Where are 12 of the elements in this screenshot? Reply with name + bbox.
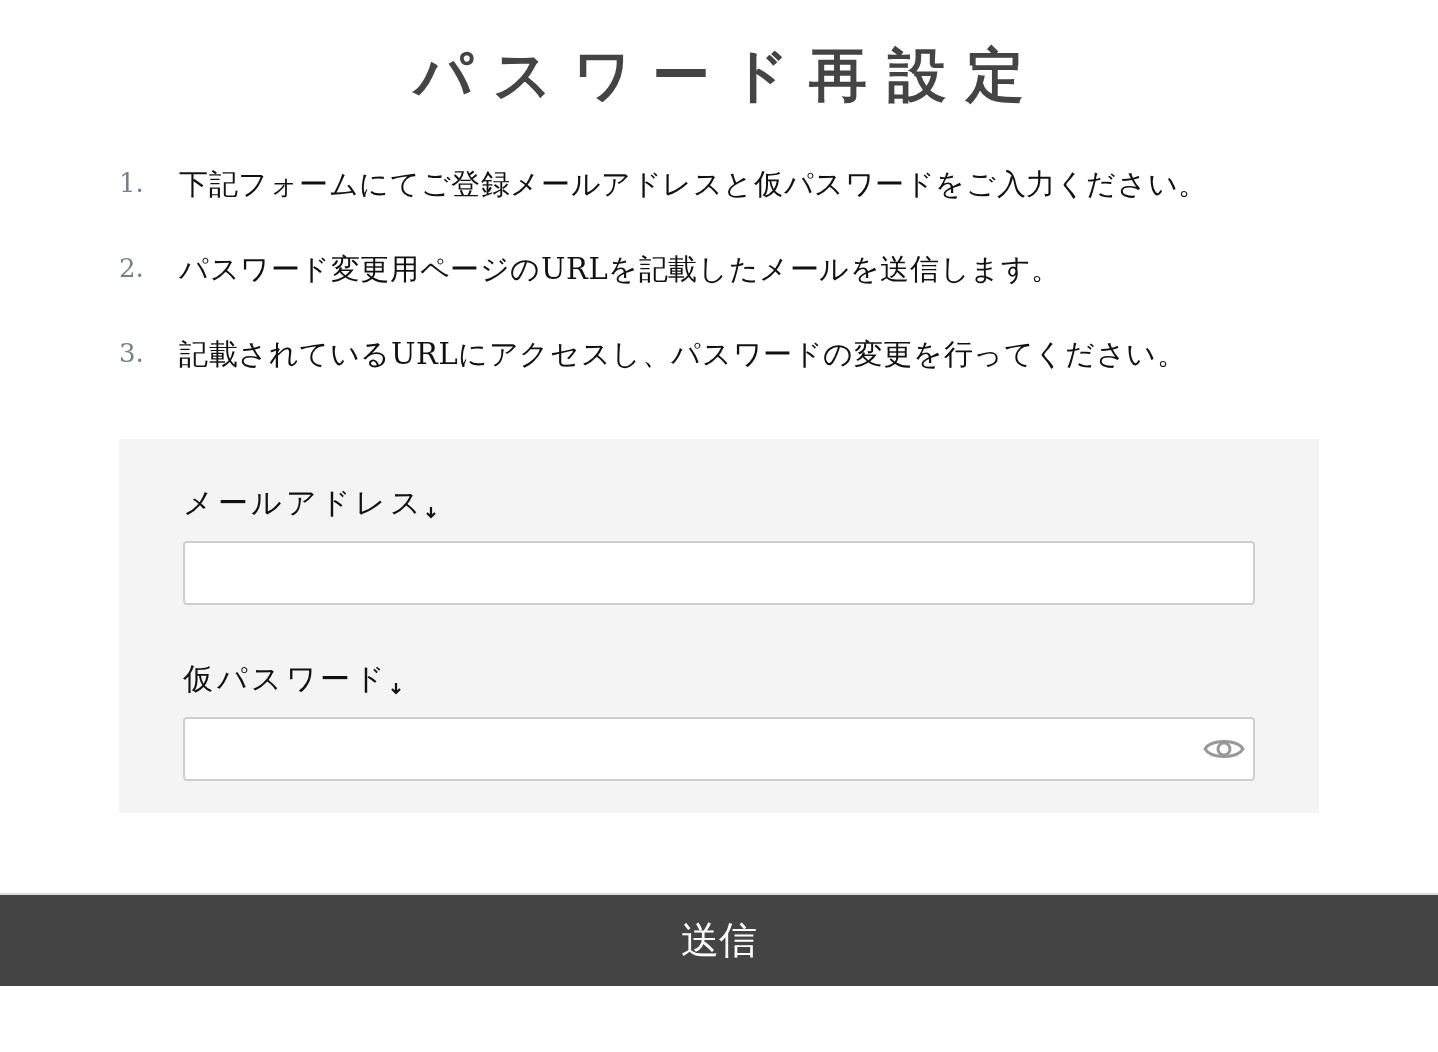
step-text: 記載されているURLにアクセスし、パスワードの変更を行ってください。: [179, 335, 1187, 373]
field-label: 仮パスワード: [183, 660, 389, 698]
submit-button[interactable]: 送信: [0, 893, 1438, 986]
email-field[interactable]: [183, 541, 1255, 605]
step-text: パスワード変更用ページのURLを記載したメールを送信します。: [179, 250, 1061, 288]
step-number: 2.: [119, 252, 145, 285]
step-text: 下記フォームにてご登録メールアドレスと仮パスワードをご入力ください。: [179, 165, 1208, 203]
step-number: 3.: [119, 337, 145, 370]
field-label: メールアドレス: [183, 484, 425, 522]
step-number: 1.: [119, 167, 145, 200]
password-field[interactable]: [183, 717, 1255, 781]
page-title: パスワード再設定: [411, 40, 1045, 111]
